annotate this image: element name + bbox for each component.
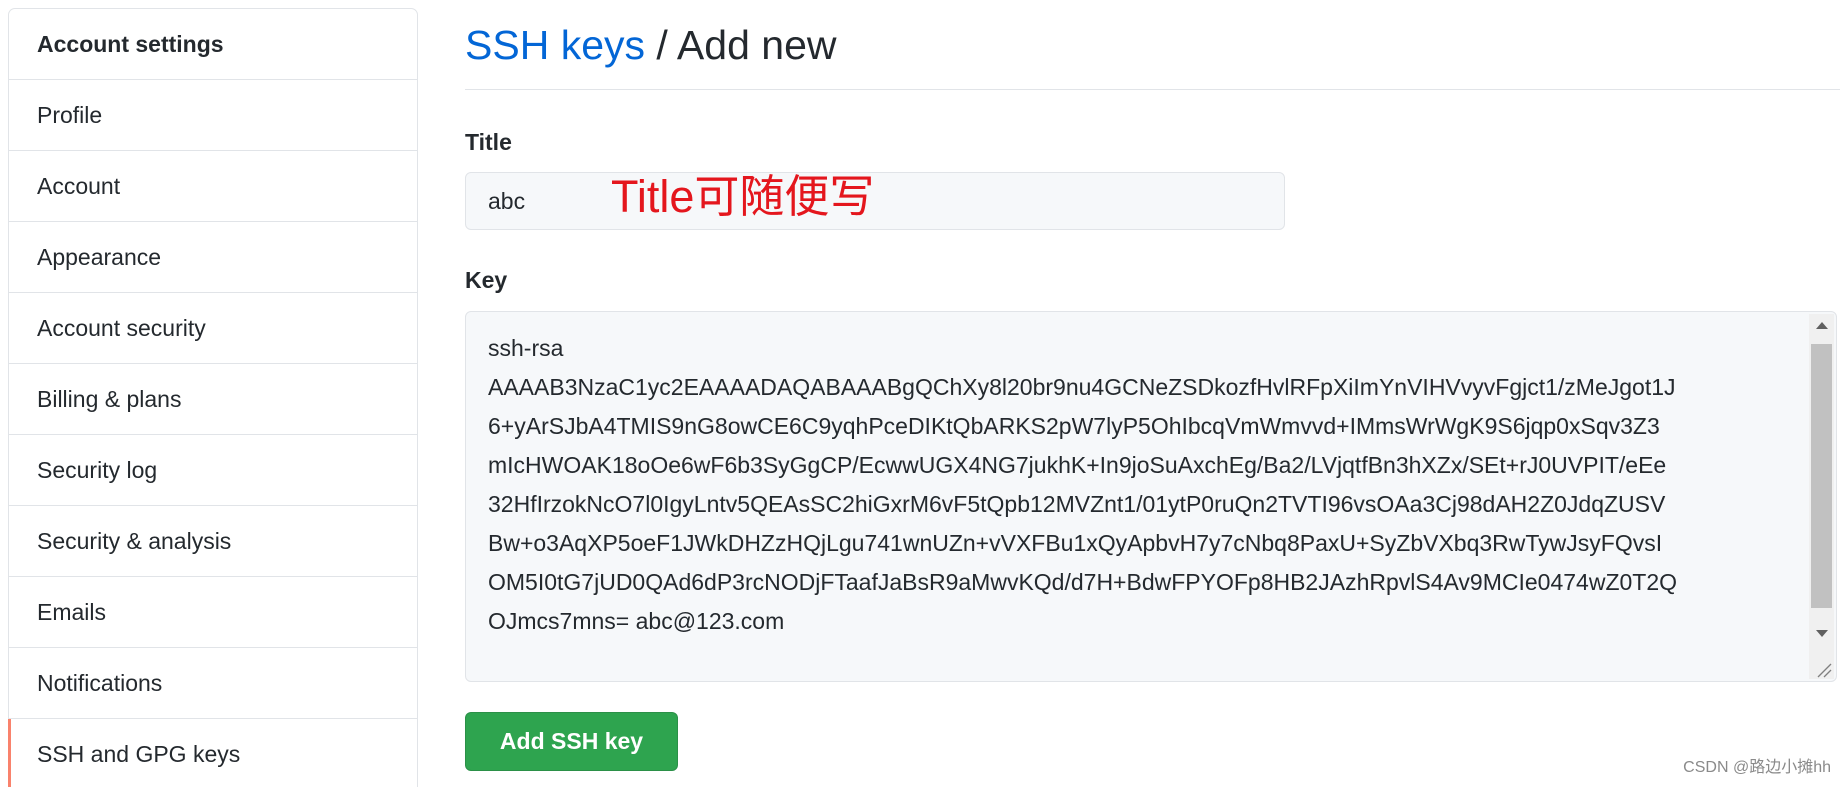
sidebar-item-account[interactable]: Account <box>9 151 417 222</box>
resize-grip-icon[interactable] <box>1809 658 1834 679</box>
settings-sidebar: Account settings Profile Account Appeara… <box>8 8 418 787</box>
title-input[interactable] <box>465 172 1285 230</box>
sidebar-item-billing-plans[interactable]: Billing & plans <box>9 364 417 435</box>
add-ssh-key-button[interactable]: Add SSH key <box>465 712 678 771</box>
key-field-label: Key <box>465 267 508 293</box>
scroll-up-arrow-icon[interactable] <box>1809 314 1834 336</box>
key-field: ssh-rsa AAAAB3NzaC1yc2EAAAADAQABAAABgQCh… <box>465 311 1837 682</box>
sidebar-item-notifications[interactable]: Notifications <box>9 648 417 719</box>
sidebar-item-appearance[interactable]: Appearance <box>9 222 417 293</box>
watermark: CSDN @路边小摊hh <box>1683 759 1831 776</box>
sidebar-item-ssh-gpg-keys[interactable]: SSH and GPG keys <box>8 719 417 787</box>
sidebar-item-emails[interactable]: Emails <box>9 577 417 648</box>
sidebar-item-profile[interactable]: Profile <box>9 80 417 151</box>
sidebar-item-security-log[interactable]: Security log <box>9 435 417 506</box>
sidebar-item-account-security[interactable]: Account security <box>9 293 417 364</box>
key-scrollbar[interactable] <box>1809 314 1834 679</box>
page-title: SSH keys / Add new <box>465 20 836 70</box>
heading-divider <box>465 89 1840 90</box>
breadcrumb-ssh-keys-link[interactable]: SSH keys <box>465 22 645 68</box>
scrollbar-thumb[interactable] <box>1811 344 1832 608</box>
key-textarea[interactable]: ssh-rsa AAAAB3NzaC1yc2EAAAADAQABAAABgQCh… <box>465 311 1837 682</box>
sidebar-heading: Account settings <box>9 9 417 80</box>
scroll-down-arrow-icon[interactable] <box>1809 622 1834 644</box>
title-field-label: Title <box>465 129 512 155</box>
breadcrumb-separator: / <box>645 22 677 68</box>
sidebar-item-security-analysis[interactable]: Security & analysis <box>9 506 417 577</box>
settings-menu: Account settings Profile Account Appeara… <box>8 8 418 787</box>
page-title-text: Add new <box>676 22 837 68</box>
